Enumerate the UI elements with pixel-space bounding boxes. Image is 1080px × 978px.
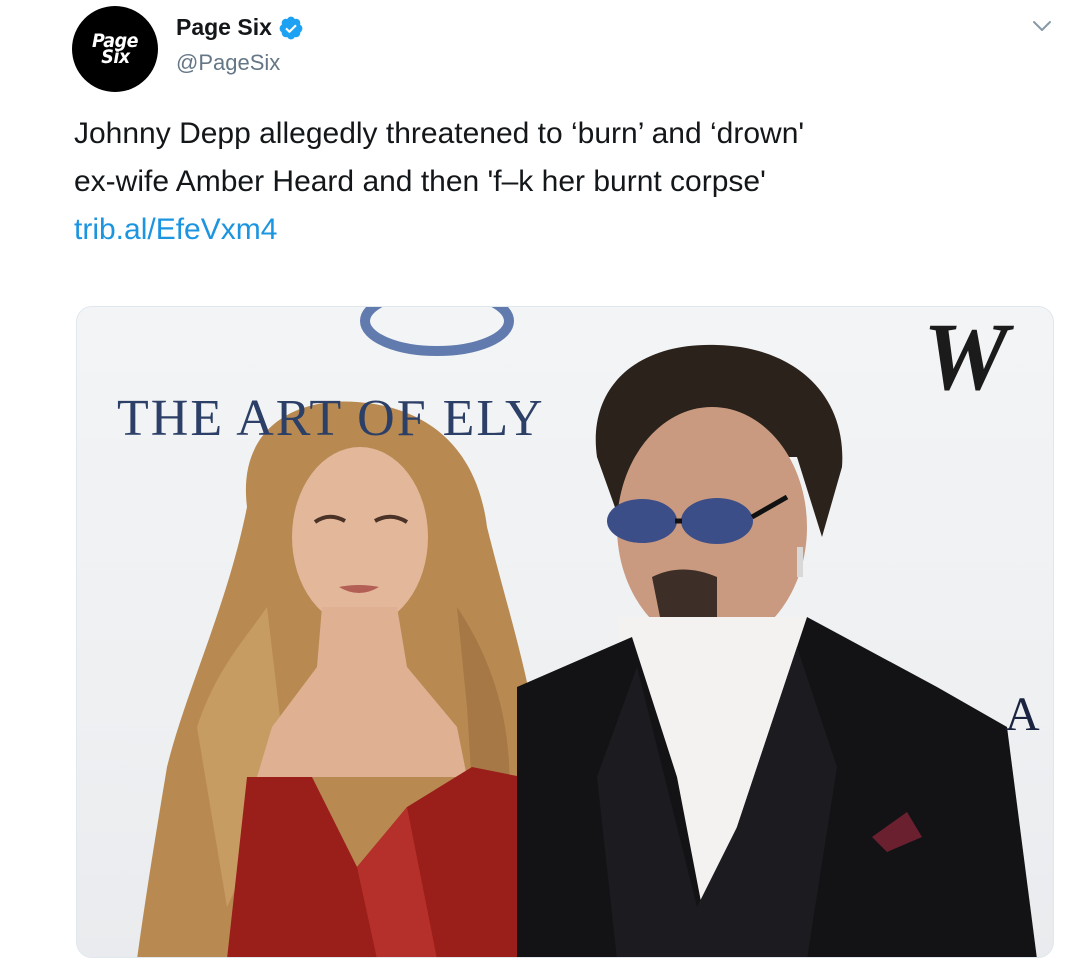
backdrop-text: THE ART OF ELY xyxy=(117,390,545,447)
handle[interactable]: @PageSix xyxy=(176,50,280,76)
backdrop-text: W xyxy=(923,306,1011,410)
verified-badge-icon xyxy=(279,16,303,39)
backdrop-text: A xyxy=(1005,688,1042,741)
avatar-text-six: Six xyxy=(100,46,130,68)
tweet-link[interactable]: trib.al/EfeVxm4 xyxy=(74,206,1064,254)
tweet-text-line: ex-wife Amber Heard and then 'f–k her bu… xyxy=(74,165,766,198)
author-name-row: Page Six xyxy=(176,14,304,41)
tweet-card[interactable]: Page Six Page Six @PageSix Johnny Depp a… xyxy=(0,0,1080,978)
tweet-text: Johnny Depp allegedly threatened to ‘bur… xyxy=(74,110,1064,254)
chevron-down-icon[interactable] xyxy=(1030,14,1054,38)
avatar[interactable]: Page Six xyxy=(72,6,158,92)
display-name[interactable]: Page Six xyxy=(176,14,272,41)
tweet-media-photo[interactable]: THE ART OF ELY A W xyxy=(76,306,1054,958)
tweet-text-line: Johnny Depp allegedly threatened to ‘bur… xyxy=(74,117,805,150)
